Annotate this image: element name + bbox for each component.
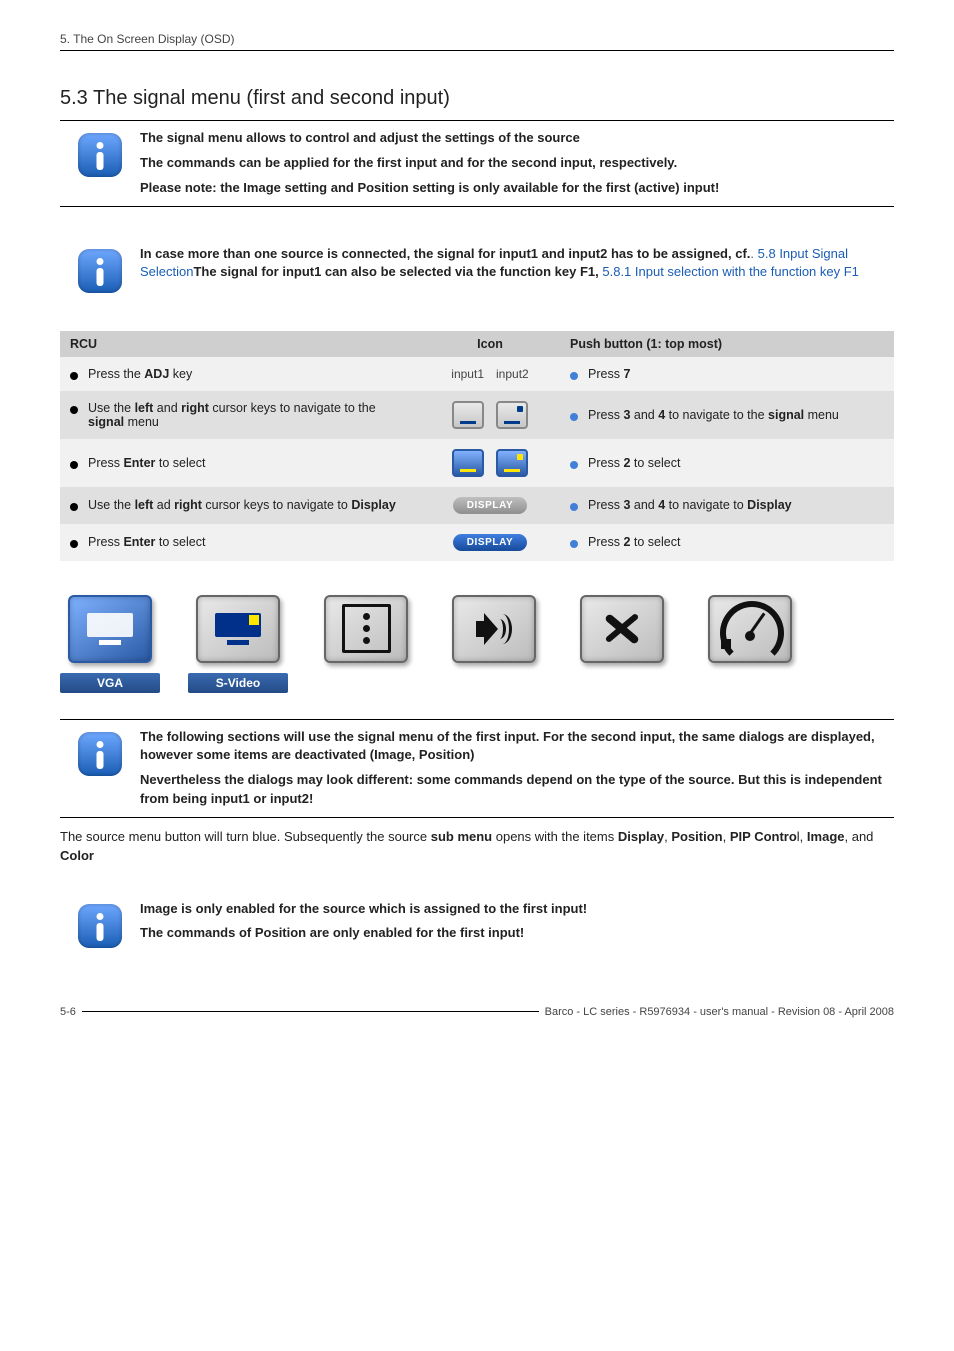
info2-pre: In case more than one source is connecte… xyxy=(140,246,750,261)
table-row: Press the ADJ key input1 input2 Press 7 xyxy=(60,357,894,391)
info-icon xyxy=(78,133,122,177)
info3-line2: Nevertheless the dialogs may look differ… xyxy=(140,771,894,809)
osd-label-vga: VGA xyxy=(60,673,160,693)
rcu-step-text: Press the ADJ key xyxy=(88,367,410,381)
link-f1-input-selection[interactable]: 5.8.1 Input selection with the function … xyxy=(602,264,859,279)
info-icon xyxy=(78,249,122,293)
info4-line2: The commands of Position are only enable… xyxy=(140,924,894,943)
bullet-icon xyxy=(570,413,578,421)
push-step-text: Press 3 and 4 to navigate to the signal … xyxy=(588,408,884,422)
osd-tools-icon xyxy=(580,595,664,663)
osd-gauge-icon xyxy=(708,595,792,663)
info-block-signal-menu: The signal menu allows to control and ad… xyxy=(60,120,894,207)
page-number: 5-6 xyxy=(60,1006,76,1018)
info-icon xyxy=(78,732,122,776)
info1-line3: Please note: the Image setting and Posit… xyxy=(140,179,894,198)
osd-audio-icon xyxy=(452,595,536,663)
signal-grey-pip-icon xyxy=(496,401,528,429)
info1-line2: The commands can be applied for the firs… xyxy=(140,154,894,173)
bullet-icon xyxy=(570,372,578,380)
info2-mid: The signal for input1 can also be select… xyxy=(193,264,602,279)
table-row: Press Enter to select Press 2 to select xyxy=(60,439,894,487)
table-row: Use the left and right cursor keys to na… xyxy=(60,391,894,439)
signal-blue-icon xyxy=(452,449,484,477)
info3-line1: The following sections will use the sign… xyxy=(140,728,894,766)
push-step-text: Press 2 to select xyxy=(588,535,884,549)
steps-table: RCU Icon Push button (1: top most) Press… xyxy=(60,331,894,561)
bullet-icon xyxy=(70,503,78,511)
osd-signal-icon xyxy=(68,595,152,663)
col-header-icon: Icon xyxy=(420,331,560,357)
push-step-text: Press 3 and 4 to navigate to Display xyxy=(588,498,884,512)
rcu-step-text: Press Enter to select xyxy=(88,535,410,549)
info-block-sections: The following sections will use the sign… xyxy=(60,719,894,818)
push-step-text: Press 7 xyxy=(588,367,884,381)
push-step-text: Press 2 to select xyxy=(588,456,884,470)
bullet-icon xyxy=(570,503,578,511)
osd-icon-row xyxy=(60,595,894,663)
section-title: 5.3 The signal menu (first and second in… xyxy=(60,87,894,110)
info1-line1: The signal menu allows to control and ad… xyxy=(140,129,894,148)
info4-line1: Image is only enabled for the source whi… xyxy=(140,900,894,919)
col-header-rcu: RCU xyxy=(60,331,420,357)
footer-rule xyxy=(82,1011,539,1012)
osd-label-row: VGA S-Video xyxy=(60,673,894,693)
icon-label-input2: input2 xyxy=(496,367,529,381)
rcu-step-text: Use the left and right cursor keys to na… xyxy=(88,401,410,429)
osd-signal-pip-icon xyxy=(196,595,280,663)
bullet-icon xyxy=(70,540,78,548)
bullet-icon xyxy=(70,461,78,469)
info-block-multi-source: In case more than one source is connecte… xyxy=(60,237,894,301)
icon-label-input1: input1 xyxy=(451,367,484,381)
rcu-step-text: Use the left ad right cursor keys to nav… xyxy=(88,498,410,512)
bullet-icon xyxy=(570,540,578,548)
col-header-push: Push button (1: top most) xyxy=(560,331,894,357)
footer-text: Barco - LC series - R5976934 - user's ma… xyxy=(545,1006,894,1018)
rcu-step-text: Press Enter to select xyxy=(88,456,410,470)
signal-blue-pip-icon xyxy=(496,449,528,477)
display-pill-blue: DISPLAY xyxy=(453,534,528,551)
table-row: Use the left ad right cursor keys to nav… xyxy=(60,487,894,524)
signal-grey-icon xyxy=(452,401,484,429)
page-footer: 5-6 Barco - LC series - R5976934 - user'… xyxy=(60,1006,894,1018)
table-row: Press Enter to select DISPLAY Press 2 to… xyxy=(60,524,894,561)
osd-label-svideo: S-Video xyxy=(188,673,288,693)
breadcrumb: 5. The On Screen Display (OSD) xyxy=(60,32,894,51)
display-pill-grey: DISPLAY xyxy=(453,497,528,514)
submenu-paragraph: The source menu button will turn blue. S… xyxy=(60,828,894,866)
bullet-icon xyxy=(70,372,78,380)
info-icon xyxy=(78,904,122,948)
info-block-image-position: Image is only enabled for the source whi… xyxy=(60,892,894,956)
bullet-icon xyxy=(570,461,578,469)
bullet-icon xyxy=(70,406,78,414)
osd-menu-icon xyxy=(324,595,408,663)
